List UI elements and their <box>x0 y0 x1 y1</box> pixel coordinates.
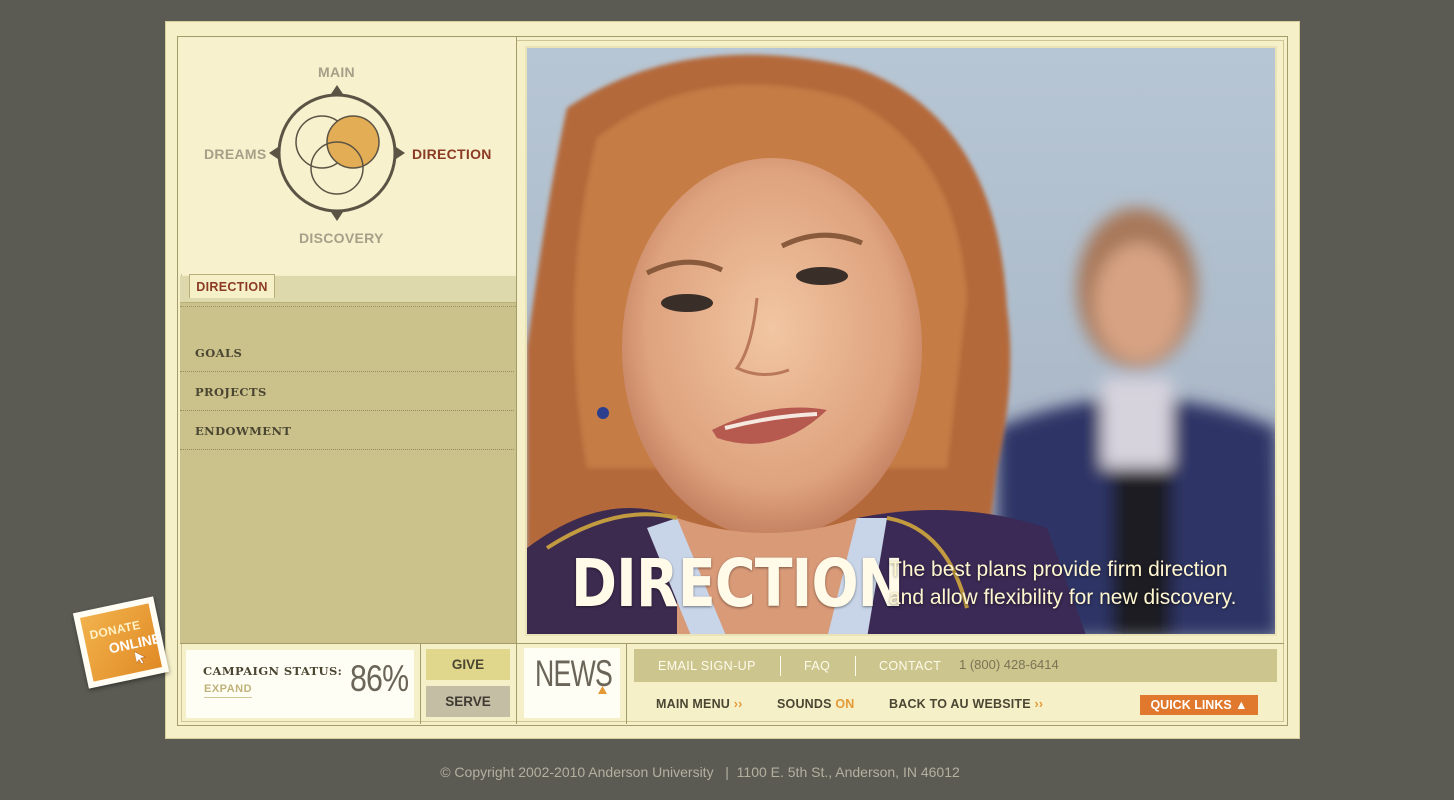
main-menu-link[interactable]: MAIN MENU ›› <box>656 697 742 711</box>
back-to-au-link[interactable]: BACK TO AU WEBSITE ›› <box>889 697 1043 711</box>
venn-compass-icon[interactable] <box>262 80 412 230</box>
back-to-au-label: BACK TO AU WEBSITE <box>889 697 1031 711</box>
phone-number: 1 (800) 428-6414 <box>959 657 1059 672</box>
triangle-up-icon <box>598 686 607 694</box>
serve-button[interactable]: SERVE <box>426 686 510 717</box>
sounds-state: ON <box>835 697 855 711</box>
logo-label-discovery[interactable]: DISCOVERY <box>299 230 384 246</box>
main-menu-label: MAIN MENU <box>656 697 731 711</box>
hero-tagline: The best plans provide firm direction an… <box>889 556 1236 612</box>
hero-image: DIRECTION The best plans provide firm di… <box>525 46 1277 636</box>
hero-title: DIRECTION <box>571 545 904 622</box>
campaign-percent: 86% <box>350 658 409 699</box>
bottom-divider <box>180 643 1284 644</box>
sounds-toggle[interactable]: SOUNDS ON <box>777 697 855 711</box>
nav-item-goals[interactable]: GOALS <box>180 334 514 372</box>
section-nav: GOALS PROJECTS ENDOWMENT <box>180 303 516 643</box>
hero-tagline-line1: The best plans provide firm direction <box>889 558 1228 581</box>
email-signup-link[interactable]: EMAIL SIGN-UP <box>658 659 756 673</box>
chevron-right-icon: ›› <box>1034 697 1044 711</box>
quick-links-label: QUICK LINKS <box>1150 698 1232 712</box>
logo-label-direction[interactable]: DIRECTION <box>412 146 492 162</box>
campaign-status-label: CAMPAIGN STATUS: <box>203 664 343 678</box>
triangle-up-icon: ▲ <box>1235 698 1248 712</box>
link-separator <box>780 656 781 676</box>
campaign-expand-link[interactable]: EXPAND <box>204 683 253 698</box>
sounds-label: SOUNDS <box>777 697 832 711</box>
faq-link[interactable]: FAQ <box>804 659 830 673</box>
donate-online-button[interactable]: DONATE ONLINE <box>72 596 170 689</box>
give-button[interactable]: GIVE <box>426 649 510 680</box>
footer-copyright: © Copyright 2002-2010 Anderson Universit… <box>440 764 960 780</box>
nav-item-endowment[interactable]: ENDOWMENT <box>180 412 514 450</box>
logo-label-main[interactable]: MAIN <box>318 64 355 80</box>
column-divider <box>516 36 517 724</box>
logo-label-dreams[interactable]: DREAMS <box>204 146 266 162</box>
chevron-right-icon: ›› <box>733 697 743 711</box>
cursor-icon <box>134 650 147 665</box>
quick-links-button[interactable]: QUICK LINKS ▲ <box>1140 695 1258 715</box>
link-separator <box>855 656 856 676</box>
hero-tagline-line2: and allow flexibility for new discovery. <box>889 586 1237 609</box>
tab-direction[interactable]: DIRECTION <box>189 274 275 298</box>
nav-item-projects[interactable]: PROJECTS <box>180 373 514 411</box>
contact-link[interactable]: CONTACT <box>879 659 941 673</box>
